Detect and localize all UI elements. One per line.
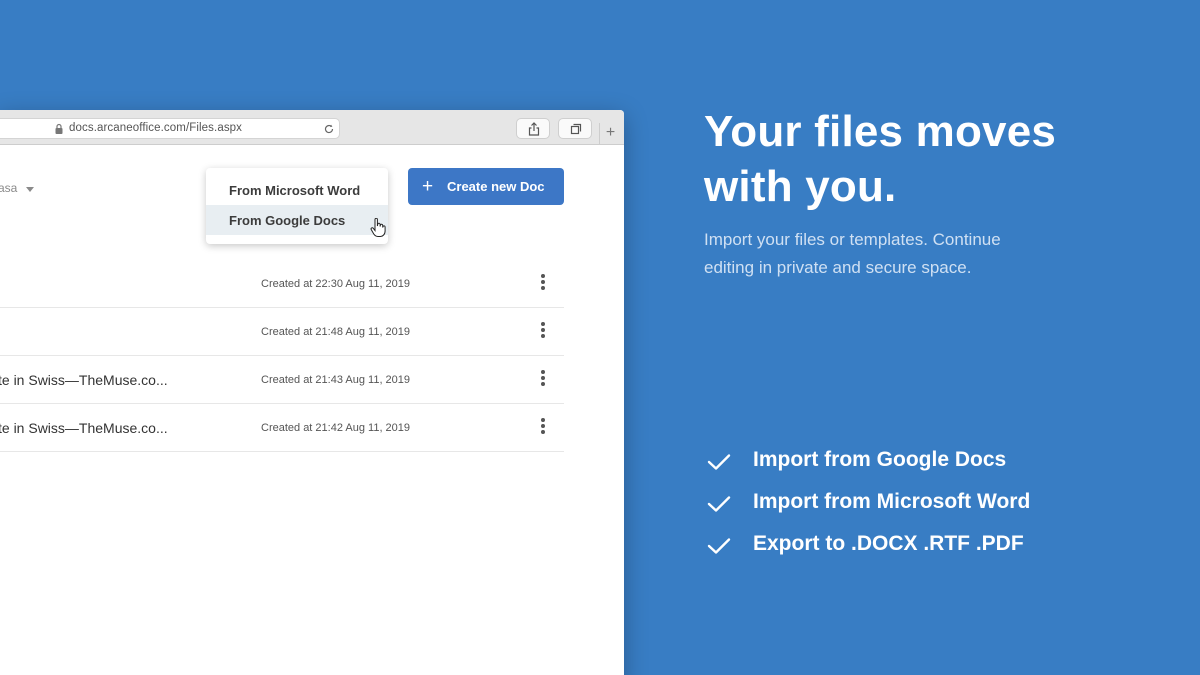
feature-text: Import from Microsoft Word (753, 490, 1031, 513)
menu-item-from-google-docs[interactable]: From Google Docs (206, 205, 388, 235)
menu-item-label: From Google Docs (229, 213, 346, 228)
more-options-icon[interactable] (538, 274, 548, 292)
check-icon (707, 538, 731, 554)
more-options-icon[interactable] (538, 370, 548, 388)
browser-window: docs.arcaneoffice.com/Files.aspx + asa +… (0, 110, 624, 675)
headline-line: Your files moves (704, 107, 1057, 156)
hand-pointer-cursor-icon (370, 218, 386, 237)
share-button[interactable] (516, 118, 550, 139)
menu-item-from-microsoft-word[interactable]: From Microsoft Word (206, 175, 388, 205)
file-name[interactable]: te in Swiss—TheMuse.co... (0, 420, 168, 436)
file-created-date: Created at 22:30 Aug 11, 2019 (261, 278, 411, 290)
check-icon (707, 496, 731, 512)
feature-item: Import from Google Docs (706, 446, 1126, 478)
file-row[interactable]: te in Swiss—TheMuse.co... Created at 21:… (0, 404, 564, 452)
show-tabs-button[interactable] (558, 118, 592, 139)
files-page: asa + Create new Doc From Microsoft Word… (0, 146, 624, 675)
promo-headline: Your files moves with you. (704, 104, 1144, 214)
more-options-icon[interactable] (538, 418, 548, 436)
feature-text: Import from Google Docs (753, 448, 1007, 471)
file-row[interactable]: te in Swiss—TheMuse.co... Created at 21:… (0, 356, 564, 404)
reload-icon[interactable] (323, 123, 335, 135)
browser-toolbar: docs.arcaneoffice.com/Files.aspx + (0, 110, 624, 145)
caret-down-icon[interactable] (26, 187, 34, 192)
file-created-date: Created at 21:43 Aug 11, 2019 (261, 374, 411, 386)
menu-item-label: From Microsoft Word (229, 183, 361, 198)
file-created-date: Created at 21:42 Aug 11, 2019 (261, 422, 411, 434)
check-icon (707, 454, 731, 470)
subtitle-line: Import your files or templates. Continue (704, 230, 1001, 249)
share-icon (528, 122, 540, 136)
promo-subtitle: Import your files or templates. Continue… (704, 226, 1124, 282)
file-row[interactable]: Created at 22:30 Aug 11, 2019 (0, 260, 564, 308)
file-created-date: Created at 21:48 Aug 11, 2019 (261, 326, 411, 338)
url-text: docs.arcaneoffice.com/Files.aspx (69, 122, 243, 134)
owner-filter-label[interactable]: asa (0, 181, 17, 195)
feature-item: Import from Microsoft Word (706, 488, 1126, 520)
lock-icon (55, 123, 63, 134)
tabs-overview-icon (570, 123, 582, 135)
feature-text: Export to .DOCX .RTF .PDF (753, 532, 1024, 555)
file-name[interactable]: te in Swiss—TheMuse.co... (0, 372, 168, 388)
more-options-icon[interactable] (538, 322, 548, 340)
headline-line: with you. (704, 162, 897, 211)
import-dropdown-menu: From Microsoft Word From Google Docs (206, 168, 388, 244)
file-row[interactable]: Created at 21:48 Aug 11, 2019 (0, 308, 564, 356)
address-bar[interactable]: docs.arcaneoffice.com/Files.aspx (0, 118, 340, 139)
subtitle-line: editing in private and secure space. (704, 258, 972, 277)
create-new-doc-button[interactable]: + Create new Doc (408, 168, 564, 205)
plus-icon: + (422, 176, 434, 197)
create-new-doc-label: Create new Doc (447, 179, 545, 194)
new-tab-button[interactable]: + (599, 123, 621, 145)
feature-item: Export to .DOCX .RTF .PDF (706, 530, 1126, 562)
